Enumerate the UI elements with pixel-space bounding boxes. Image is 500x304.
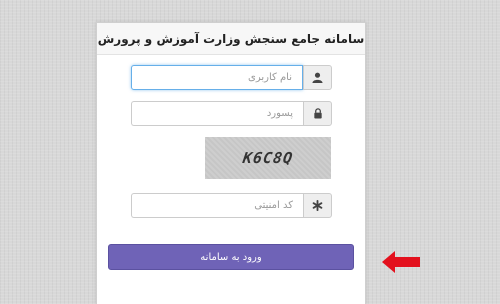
username-input[interactable]: نام کاربری xyxy=(131,65,303,90)
login-button[interactable]: ورود به سامانه xyxy=(108,244,354,270)
panel-title: سامانه جامع سنجش وزارت آموزش و پرورش xyxy=(97,23,365,55)
captcha-placeholder: کد امنیتی xyxy=(254,200,293,211)
password-field: پسورد xyxy=(131,101,332,126)
captcha-text: K6C8Q xyxy=(241,149,295,167)
user-icon xyxy=(303,65,332,90)
captcha-image: K6C8Q xyxy=(205,137,331,179)
captcha-input[interactable]: کد امنیتی xyxy=(131,193,303,218)
arrow-left-icon xyxy=(382,251,420,273)
password-input[interactable]: پسورد xyxy=(131,101,303,126)
lock-icon xyxy=(303,101,332,126)
captcha-field: کد امنیتی xyxy=(131,193,332,218)
login-panel: سامانه جامع سنجش وزارت آموزش و پرورش نام… xyxy=(96,22,366,304)
username-placeholder: نام کاربری xyxy=(248,72,292,83)
username-field: نام کاربری xyxy=(131,65,332,90)
password-placeholder: پسورد xyxy=(266,108,293,119)
asterisk-icon xyxy=(303,193,332,218)
